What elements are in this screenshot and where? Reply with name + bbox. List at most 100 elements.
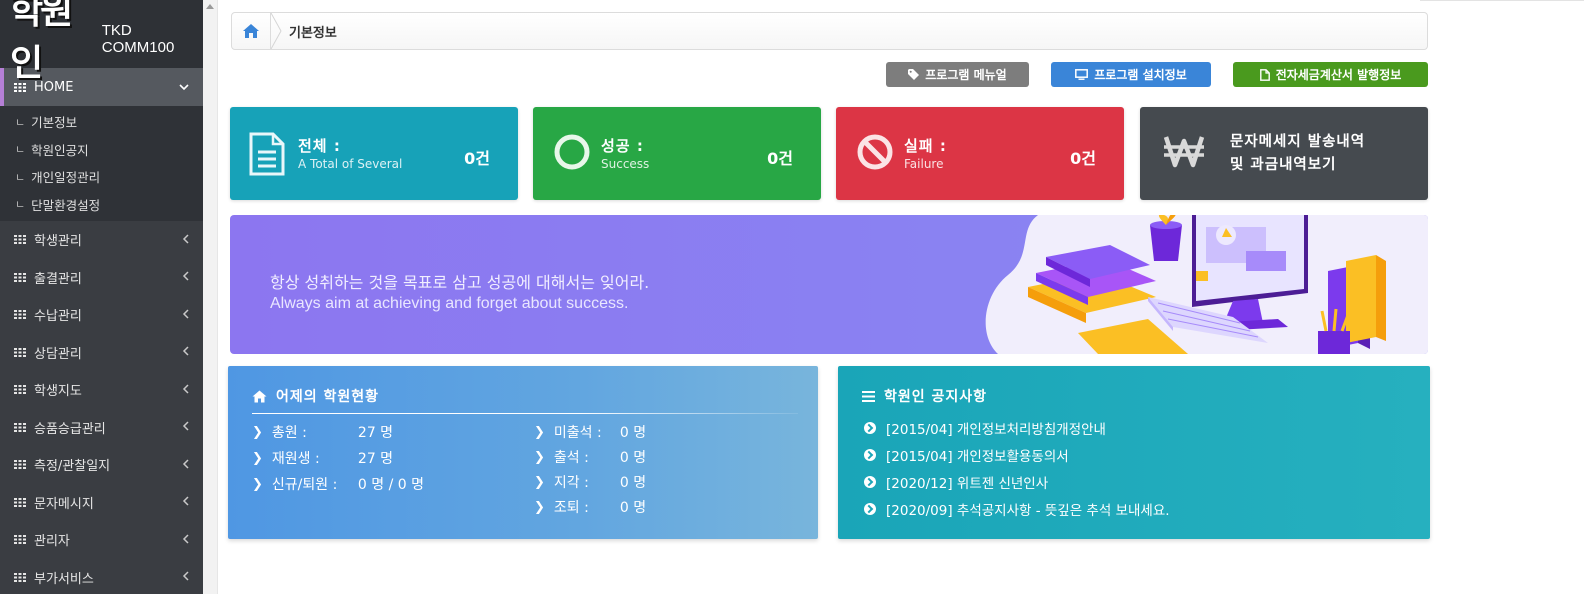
yesterday-status-title: 어제의 학원현황 xyxy=(252,386,379,406)
panel-divider xyxy=(252,413,798,414)
tax-invoice-button[interactable]: 전자세금계산서 발행정보 xyxy=(1233,62,1428,87)
stat-value: 0 명 xyxy=(620,447,646,467)
stat-value: 27 명 xyxy=(358,448,393,468)
chevron-circle-icon xyxy=(864,422,876,434)
sidebar-item-label: 출결관리 xyxy=(34,268,182,287)
sms-history-card[interactable]: 문자메세지 발송내역 및 과금내역보기 xyxy=(1140,107,1428,200)
chevron-right-icon: ❯ xyxy=(252,425,263,440)
notice-item-text: [2015/04] 개인정보처리방침개정안내 xyxy=(886,418,1106,438)
notice-item[interactable]: [2015/04] 개인정보처리방침개정안내 xyxy=(864,418,1106,438)
total-card[interactable]: 전체 : A Total of Several 0건 xyxy=(230,107,518,200)
scrollbar[interactable] xyxy=(203,0,218,594)
chevron-left-icon xyxy=(182,458,189,472)
program-manual-button[interactable]: 프로그램 메뉴얼 xyxy=(886,62,1029,87)
success-card[interactable]: 성공 : Success 0건 xyxy=(533,107,821,200)
stat-early-leave: ❯조퇴 :0 명 xyxy=(534,497,646,517)
stat-label: 지각 : xyxy=(554,472,620,492)
grid-icon xyxy=(14,83,26,92)
sms-history-line2: 및 과금내역보기 xyxy=(1230,154,1365,177)
fail-card[interactable]: 실패 : Failure 0건 xyxy=(836,107,1124,200)
fail-count: 0건 xyxy=(1070,145,1096,169)
sidebar-subitem-schedule[interactable]: ㄴ개인일정관리 xyxy=(0,163,203,191)
sidebar-item-measurement[interactable]: 측정/관찰일지 xyxy=(0,446,203,484)
notice-panel: 학원인 공지사항 [2015/04] 개인정보처리방침개정안내 [2015/04… xyxy=(838,366,1430,539)
fail-subtitle: Failure xyxy=(904,157,943,171)
sidebar-subitem-terminal-settings[interactable]: ㄴ단말환경설정 xyxy=(0,191,203,219)
sidebar-item-label: 상담관리 xyxy=(34,343,182,362)
list-icon xyxy=(862,391,875,402)
stat-label: 조퇴 : xyxy=(554,497,620,517)
document-icon xyxy=(249,132,285,176)
sidebar-item-extra-services[interactable]: 부가서비스 xyxy=(0,559,203,596)
breadcrumb: 기본정보 xyxy=(231,12,1428,50)
chevron-left-icon xyxy=(182,495,189,509)
grid-icon xyxy=(14,385,26,394)
sidebar-item-payments[interactable]: 수납관리 xyxy=(0,296,203,334)
sms-history-line1: 문자메세지 발송내역 xyxy=(1230,131,1365,154)
chevron-down-icon xyxy=(179,80,189,94)
stat-label: 출석 : xyxy=(554,447,620,467)
success-count: 0건 xyxy=(767,145,793,169)
sidebar-item-guidance[interactable]: 학생지도 xyxy=(0,371,203,409)
sidebar-item-promotion[interactable]: 승품승급관리 xyxy=(0,409,203,447)
chevron-left-icon xyxy=(182,383,189,397)
file-icon xyxy=(1260,69,1270,81)
grid-icon xyxy=(14,573,26,582)
stat-label: 재원생 : xyxy=(272,448,358,468)
sidebar-item-students[interactable]: 학생관리 xyxy=(0,221,203,259)
sidebar-item-attendance[interactable]: 출결관리 xyxy=(0,259,203,297)
stat-enrolled: ❯재원생 :27 명 xyxy=(252,448,393,468)
sidebar-item-label: 학생관리 xyxy=(34,230,182,249)
notice-item[interactable]: [2020/09] 추석공지사항 - 뜻깊은 추석 보내세요. xyxy=(864,499,1170,519)
sidebar-item-admin[interactable]: 관리자 xyxy=(0,521,203,559)
grid-icon xyxy=(14,535,26,544)
stat-attended: ❯ 출석 :0 명 xyxy=(534,447,646,467)
chevron-left-icon xyxy=(182,345,189,359)
notice-item-text: [2015/04] 개인정보활용동의서 xyxy=(886,445,1069,465)
sidebar-item-label: 수납관리 xyxy=(34,305,182,324)
chevron-right-icon: ❯ xyxy=(534,450,545,465)
chevron-left-icon xyxy=(182,233,189,247)
chevron-circle-icon xyxy=(864,476,876,488)
sidebar-item-label: 승품승급관리 xyxy=(34,418,182,437)
grid-icon xyxy=(14,460,26,469)
scroll-up-arrow-icon[interactable] xyxy=(206,4,214,9)
total-count: 0건 xyxy=(464,145,490,169)
program-install-button[interactable]: 프로그램 설치정보 xyxy=(1051,62,1211,87)
sidebar-item-sms[interactable]: 문자메시지 xyxy=(0,484,203,522)
home-icon xyxy=(242,23,260,39)
circle-icon xyxy=(552,132,592,172)
stat-label: 미출석 : xyxy=(554,422,620,442)
logo-text: TKD COMM100 xyxy=(102,22,203,56)
stat-new-left: ❯신규/퇴원 :0 명 / 0 명 xyxy=(252,474,424,494)
sidebar-subitem-notice[interactable]: ㄴ학원인공지 xyxy=(0,136,203,164)
stat-absent: ❯미출석 :0 명 xyxy=(534,422,646,442)
success-subtitle: Success xyxy=(601,157,649,171)
sidebar-subitem-basic-info[interactable]: ㄴ기본정보 xyxy=(0,108,203,136)
grid-icon xyxy=(14,498,26,507)
home-button[interactable] xyxy=(232,13,271,49)
banner-korean-quote: 항상 성취하는 것을 목표로 삼고 성공에 대해서는 잊어라. xyxy=(270,269,649,293)
stat-value: 0 명 xyxy=(620,497,646,517)
home-submenu: ㄴ기본정보 ㄴ학원인공지 ㄴ개인일정관리 ㄴ단말환경설정 xyxy=(0,106,203,221)
sidebar-subitem-label: 단말환경설정 xyxy=(31,195,100,214)
sidebar-item-counseling[interactable]: 상담관리 xyxy=(0,334,203,372)
logo[interactable]: 학원인 TKD COMM100 xyxy=(0,0,203,68)
total-title: 전체 : xyxy=(298,135,341,156)
monitor-icon xyxy=(1075,69,1088,80)
banner-english-quote: Always aim at achieving and forget about… xyxy=(270,295,628,313)
notice-item-text: [2020/12] 위트젠 신년인사 xyxy=(886,472,1048,492)
notice-item[interactable]: [2020/12] 위트젠 신년인사 xyxy=(864,472,1048,492)
top-divider xyxy=(1420,0,1584,1)
grid-icon xyxy=(14,273,26,282)
sidebar-menu-list: 학생관리출결관리수납관리상담관리학생지도승품승급관리측정/관찰일지문자메시지관리… xyxy=(0,221,203,596)
sidebar-item-label: HOME xyxy=(34,80,179,95)
chevron-left-icon xyxy=(182,270,189,284)
grid-icon xyxy=(14,423,26,432)
notice-item[interactable]: [2015/04] 개인정보활용동의서 xyxy=(864,445,1069,465)
grid-icon xyxy=(14,235,26,244)
yesterday-status-title-text: 어제의 학원현황 xyxy=(276,386,379,406)
ban-icon xyxy=(855,132,895,172)
sidebar-item-label: 학생지도 xyxy=(34,380,182,399)
chevron-right-icon: ❯ xyxy=(252,477,263,492)
